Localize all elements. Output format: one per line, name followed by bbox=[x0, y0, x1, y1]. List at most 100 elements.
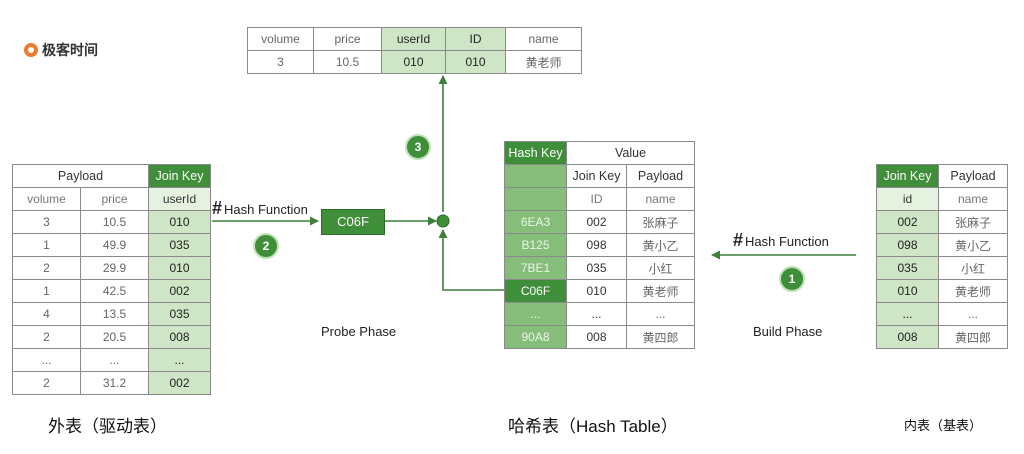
step-badge-3: 3 bbox=[405, 134, 431, 160]
inner-col-id: id bbox=[876, 187, 939, 211]
inner-cell: 010 bbox=[876, 279, 939, 303]
inner-cell: 小红 bbox=[938, 256, 1008, 280]
build-phase-label: Build Phase bbox=[753, 324, 823, 339]
result-col-userid: userId bbox=[381, 27, 446, 51]
hash-joinkey-header: Join Key bbox=[566, 164, 627, 188]
hash-key-blank bbox=[504, 187, 567, 211]
hash-cell: 098 bbox=[566, 233, 627, 257]
result-col-name: name bbox=[505, 27, 582, 51]
outer-cell: 20.5 bbox=[80, 325, 149, 349]
result-table: volume price userId ID name 3 10.5 010 0… bbox=[247, 27, 582, 74]
hash-cell: 008 bbox=[566, 325, 627, 349]
hash-cell: 小红 bbox=[625, 256, 696, 280]
inner-cell: ... bbox=[876, 302, 939, 326]
hash-cell: 张麻子 bbox=[625, 210, 696, 234]
outer-cell: 42.5 bbox=[80, 279, 149, 303]
inner-cell: 035 bbox=[876, 256, 939, 280]
outer-cell: 2 bbox=[12, 256, 81, 280]
hash-function-text: Hash Function bbox=[224, 202, 308, 217]
inner-cell: 黄四郎 bbox=[938, 325, 1008, 349]
outer-cell: 13.5 bbox=[80, 302, 149, 326]
result-cell: 3 bbox=[247, 50, 314, 74]
hash-cell: 010 bbox=[566, 279, 627, 303]
inner-cell: ... bbox=[938, 302, 1008, 326]
outer-cell: 1 bbox=[12, 233, 81, 257]
outer-payload-header: Payload bbox=[12, 164, 149, 188]
outer-cell: 2 bbox=[12, 325, 81, 349]
inner-cell: 黄小乙 bbox=[938, 233, 1008, 257]
outer-cell: ... bbox=[80, 348, 149, 372]
hash-key-cell: 7BE1 bbox=[504, 256, 567, 280]
probe-phase-label: Probe Phase bbox=[321, 324, 397, 339]
outer-cell: 1 bbox=[12, 279, 81, 303]
hash-table-caption: 哈希表（Hash Table） bbox=[508, 417, 678, 436]
inner-joinkey-header: Join Key bbox=[876, 164, 939, 188]
outer-col-volume: volume bbox=[12, 187, 81, 211]
outer-table: Payload Join Key volume price userId 3 10… bbox=[12, 164, 211, 395]
result-cell: 010 bbox=[381, 50, 446, 74]
hash-cell: ... bbox=[566, 302, 627, 326]
outer-cell: ... bbox=[12, 348, 81, 372]
hash-table: Hash Key Value Join Key Payload ID name … bbox=[504, 141, 696, 349]
outer-col-price: price bbox=[80, 187, 149, 211]
step-badge-1: 1 bbox=[779, 266, 805, 292]
hash-cell: 002 bbox=[566, 210, 627, 234]
outer-cell: 035 bbox=[148, 233, 211, 257]
outer-cell: 3 bbox=[12, 210, 81, 234]
hash-key-cell: 90A8 bbox=[504, 325, 567, 349]
inner-payload-header: Payload bbox=[938, 164, 1008, 188]
outer-table-caption: 外表（驱动表） bbox=[48, 417, 167, 436]
hash-icon: # bbox=[212, 198, 223, 218]
result-col-volume: volume bbox=[247, 27, 314, 51]
hash-cell: 黄四郎 bbox=[625, 325, 696, 349]
inner-cell: 008 bbox=[876, 325, 939, 349]
result-col-price: price bbox=[313, 27, 382, 51]
hash-function-label-left: # Hash Function bbox=[212, 198, 308, 219]
hash-key-blank bbox=[504, 164, 567, 188]
hash-key-cell-matched: C06F bbox=[504, 279, 567, 303]
hash-col-id: ID bbox=[566, 187, 627, 211]
outer-cell: 002 bbox=[148, 279, 211, 303]
inner-table: Join Key Payload id name 002 张麻子 098 黄小乙 0… bbox=[876, 164, 1008, 349]
result-cell: 10.5 bbox=[313, 50, 382, 74]
outer-cell: 010 bbox=[148, 210, 211, 234]
hash-function-label-right: # Hash Function bbox=[733, 230, 829, 251]
result-cell: 黄老师 bbox=[505, 50, 582, 74]
hash-col-name: name bbox=[625, 187, 696, 211]
hash-cell: ... bbox=[625, 302, 696, 326]
outer-cell: ... bbox=[148, 348, 211, 372]
hash-key-cell: ... bbox=[504, 302, 567, 326]
hash-cell: 黄小乙 bbox=[625, 233, 696, 257]
logo-icon bbox=[24, 43, 38, 57]
outer-cell: 002 bbox=[148, 371, 211, 395]
outer-cell: 008 bbox=[148, 325, 211, 349]
hash-function-text: Hash Function bbox=[745, 234, 829, 249]
join-node bbox=[436, 214, 450, 228]
hash-value-header: Value bbox=[565, 141, 696, 165]
hash-payload-header: Payload bbox=[625, 164, 696, 188]
inner-cell: 张麻子 bbox=[938, 210, 1008, 234]
hash-icon: # bbox=[733, 230, 744, 250]
inner-cell: 黄老师 bbox=[938, 279, 1008, 303]
inner-col-name: name bbox=[938, 187, 1008, 211]
inner-cell: 002 bbox=[876, 210, 939, 234]
step-badge-2: 2 bbox=[253, 233, 279, 259]
outer-cell: 2 bbox=[12, 371, 81, 395]
result-col-id: ID bbox=[445, 27, 506, 51]
outer-col-userid: userId bbox=[148, 187, 211, 211]
hash-cell: 黄老师 bbox=[625, 279, 696, 303]
hash-key-cell: B125 bbox=[504, 233, 567, 257]
outer-cell: 035 bbox=[148, 302, 211, 326]
outer-cell: 10.5 bbox=[80, 210, 149, 234]
inner-table-caption: 内表（基表） bbox=[904, 418, 983, 433]
hash-cell: 035 bbox=[566, 256, 627, 280]
hash-value-box: C06F bbox=[321, 209, 385, 235]
outer-cell: 29.9 bbox=[80, 256, 149, 280]
logo: 极客时间 bbox=[24, 40, 98, 60]
logo-text: 极客时间 bbox=[42, 42, 98, 58]
outer-cell: 4 bbox=[12, 302, 81, 326]
outer-cell: 010 bbox=[148, 256, 211, 280]
outer-joinkey-header: Join Key bbox=[148, 164, 211, 188]
arrow-hashtable-to-node bbox=[438, 229, 504, 291]
outer-cell: 49.9 bbox=[80, 233, 149, 257]
